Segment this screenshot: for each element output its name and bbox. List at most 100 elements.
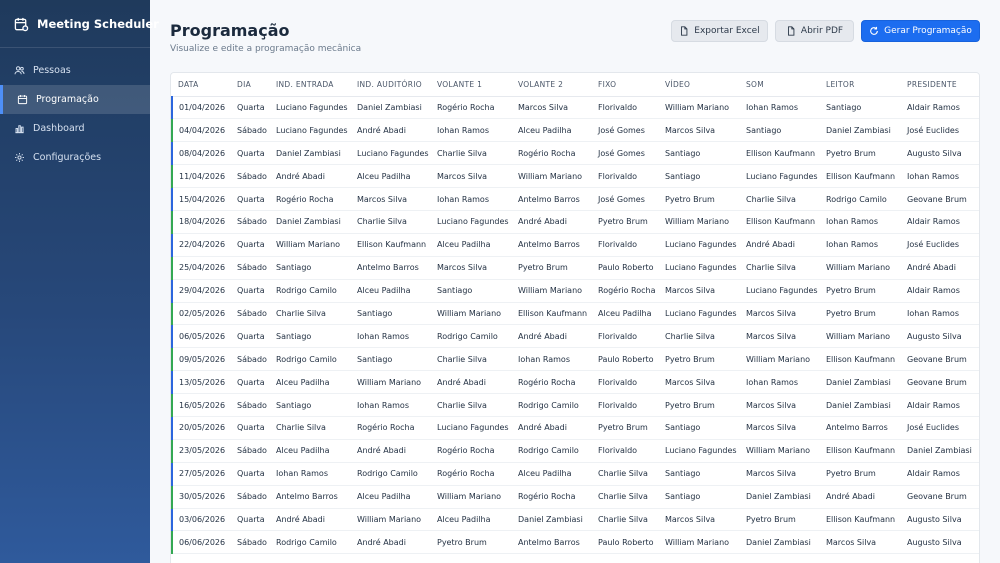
table-cell[interactable]: Ellison Kaufmann: [512, 302, 592, 326]
table-cell[interactable]: William Mariano: [431, 485, 512, 509]
table-cell[interactable]: Antelmo Barros: [512, 530, 592, 555]
table-cell[interactable]: André Abadi: [512, 210, 592, 234]
table-cell[interactable]: Paulo Roberto: [592, 530, 659, 555]
table-cell[interactable]: André Abadi: [351, 530, 431, 555]
table-cell[interactable]: Rodrigo Camilo: [431, 324, 512, 349]
column-header[interactable]: PRESIDENTE: [901, 73, 979, 97]
table-cell[interactable]: Iohan Ramos: [901, 164, 979, 189]
table-cell[interactable]: Florivaldo: [592, 370, 659, 395]
table-cell[interactable]: Luciano Fagundes: [431, 416, 512, 440]
table-cell[interactable]: Geovane Brum: [901, 347, 979, 372]
table-cell[interactable]: Rogério Rocha: [512, 485, 592, 509]
table-cell[interactable]: Charlie Silva: [351, 210, 431, 234]
table-cell[interactable]: Alceu Padilha: [512, 118, 592, 143]
table-row[interactable]: 03/06/2026 Quarta André Abadi William Maria…: [171, 508, 979, 532]
table-cell[interactable]: André Abadi: [270, 508, 351, 532]
table-cell[interactable]: Geovane Brum: [901, 485, 979, 509]
table-cell[interactable]: William Mariano: [659, 530, 740, 555]
table-row[interactable]: 23/05/2026 Sábado Alceu Padilha André Abadi…: [171, 439, 979, 463]
table-row[interactable]: 04/04/2026 Sábado Luciano Fagundes André Ab…: [171, 118, 979, 143]
table-cell[interactable]: Geovane Brum: [901, 370, 979, 395]
table-cell[interactable]: Antelmo Barros: [512, 233, 592, 257]
table-row[interactable]: 29/04/2026 Quarta Rodrigo Camilo Alceu Padi…: [171, 279, 979, 303]
table-cell[interactable]: Iohan Ramos: [431, 118, 512, 143]
table-cell[interactable]: Iohan Ramos: [351, 393, 431, 417]
table-cell[interactable]: Marcos Silva: [740, 324, 820, 349]
table-cell[interactable]: Antelmo Barros: [820, 416, 901, 440]
table-cell[interactable]: Santiago: [659, 462, 740, 486]
table-cell[interactable]: Alceu Padilha: [431, 508, 512, 532]
table-cell[interactable]: André Abadi: [512, 324, 592, 349]
table-cell[interactable]: Rogério Rocha: [351, 416, 431, 440]
table-cell[interactable]: Geovane Brum: [901, 187, 979, 211]
table-cell[interactable]: Rogério Rocha: [431, 462, 512, 486]
table-cell[interactable]: Charlie Silva: [740, 187, 820, 211]
table-row[interactable]: 02/05/2026 Sábado Charlie Silva Santiago Wil…: [171, 302, 979, 326]
table-cell[interactable]: Daniel Zambiasi: [820, 370, 901, 395]
table-row[interactable]: 08/04/2026 Quarta Daniel Zambiasi Luciano F…: [171, 141, 979, 166]
table-cell[interactable]: Daniel Zambiasi: [270, 141, 351, 166]
table-cell[interactable]: Ellison Kaufmann: [820, 347, 901, 372]
table-cell[interactable]: Pyetro Brum: [820, 141, 901, 166]
table-row[interactable]: 30/05/2026 Sábado Antelmo Barros Alceu Padi…: [171, 485, 979, 509]
table-cell[interactable]: André Abadi: [270, 164, 351, 189]
table-cell[interactable]: Marcos Silva: [659, 279, 740, 303]
table-cell[interactable]: Santiago: [659, 485, 740, 509]
table-cell[interactable]: Rodrigo Camilo: [270, 530, 351, 555]
column-header[interactable]: FIXO: [592, 73, 659, 97]
table-cell[interactable]: Paulo Roberto: [592, 256, 659, 280]
table-row[interactable]: 01/04/2026 Quarta Luciano Fagundes Daniel Z…: [171, 96, 979, 120]
table-cell[interactable]: Rogério Rocha: [431, 439, 512, 463]
table-cell[interactable]: Luciano Fagundes: [270, 118, 351, 143]
table-cell[interactable]: Rodrigo Camilo: [270, 279, 351, 303]
table-cell[interactable]: William Mariano: [820, 324, 901, 349]
table-cell[interactable]: Augusto Silva: [901, 141, 979, 166]
column-header[interactable]: DIA: [231, 73, 270, 97]
table-cell[interactable]: Charlie Silva: [270, 302, 351, 326]
table-cell[interactable]: Marcos Silva: [431, 256, 512, 280]
table-cell[interactable]: Pyetro Brum: [659, 347, 740, 372]
table-cell[interactable]: Antelmo Barros: [351, 256, 431, 280]
table-cell[interactable]: Rogério Rocha: [270, 187, 351, 211]
table-cell[interactable]: Florivaldo: [592, 439, 659, 463]
table-cell[interactable]: Santiago: [659, 164, 740, 189]
open-pdf-button[interactable]: Abrir PDF: [775, 20, 854, 42]
table-cell[interactable]: Marcos Silva: [659, 508, 740, 532]
table-cell[interactable]: Luciano Fagundes: [659, 302, 740, 326]
table-cell[interactable]: Luciano Fagundes: [659, 256, 740, 280]
table-row[interactable]: 18/04/2026 Sábado Daniel Zambiasi Charlie S…: [171, 210, 979, 234]
table-cell[interactable]: Santiago: [270, 393, 351, 417]
table-cell[interactable]: Paulo Roberto: [592, 347, 659, 372]
table-cell[interactable]: Luciano Fagundes: [270, 96, 351, 120]
table-cell[interactable]: Pyetro Brum: [512, 256, 592, 280]
table-cell[interactable]: Daniel Zambiasi: [820, 118, 901, 143]
table-row[interactable]: 25/04/2026 Sábado Santiago Antelmo Barros Ma…: [171, 256, 979, 280]
table-cell[interactable]: Rodrigo Camilo: [351, 462, 431, 486]
table-cell[interactable]: Alceu Padilha: [351, 164, 431, 189]
table-cell[interactable]: Ellison Kaufmann: [820, 508, 901, 532]
table-cell[interactable]: Florivaldo: [592, 96, 659, 120]
table-cell[interactable]: Pyetro Brum: [659, 187, 740, 211]
column-header[interactable]: SOM: [740, 73, 820, 97]
table-cell[interactable]: Alceu Padilha: [431, 233, 512, 257]
table-cell[interactable]: Marcos Silva: [740, 462, 820, 486]
table-cell[interactable]: Florivaldo: [592, 324, 659, 349]
sidebar-item-pessoas[interactable]: Pessoas: [0, 56, 150, 85]
table-cell[interactable]: André Abadi: [351, 439, 431, 463]
table-cell[interactable]: José Gomes: [592, 187, 659, 211]
table-cell[interactable]: Santiago: [820, 96, 901, 120]
table-cell[interactable]: Aldair Ramos: [901, 393, 979, 417]
table-cell[interactable]: Pyetro Brum: [820, 279, 901, 303]
table-cell[interactable]: Aldair Ramos: [901, 462, 979, 486]
table-cell[interactable]: André Abadi: [740, 233, 820, 257]
table-cell[interactable]: Santiago: [740, 118, 820, 143]
table-cell[interactable]: José Euclides: [901, 118, 979, 143]
table-cell[interactable]: André Abadi: [351, 118, 431, 143]
table-cell[interactable]: William Mariano: [351, 370, 431, 395]
table-cell[interactable]: Aldair Ramos: [901, 279, 979, 303]
table-cell[interactable]: Daniel Zambiasi: [820, 393, 901, 417]
table-cell[interactable]: Santiago: [351, 302, 431, 326]
table-cell[interactable]: José Euclides: [901, 416, 979, 440]
sidebar-item-programacao[interactable]: Programação: [0, 85, 150, 114]
table-cell[interactable]: Pyetro Brum: [592, 210, 659, 234]
